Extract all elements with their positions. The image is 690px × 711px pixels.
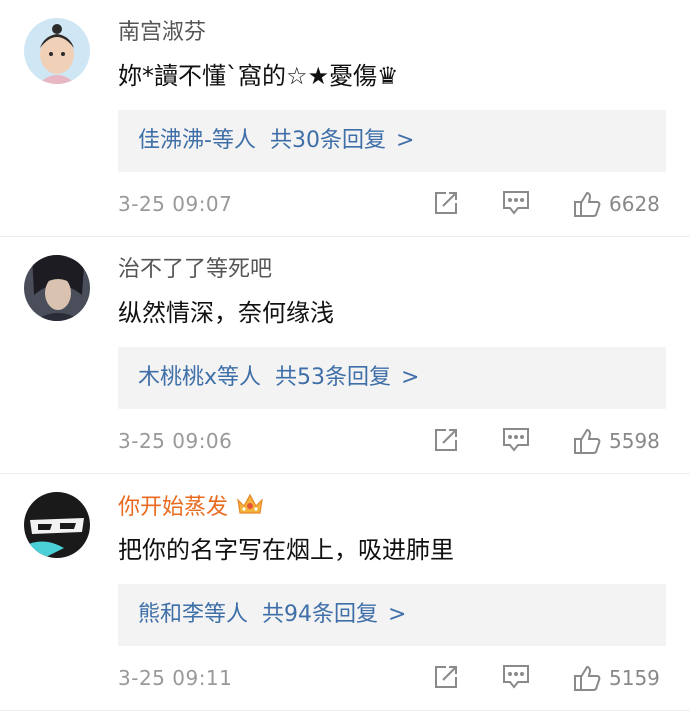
comment-meta: 3-25 09:06 5598 <box>118 427 666 459</box>
comment-item: 南宫淑芬 妳*讀不懂`窩的☆★憂傷♛ 佳沸沸-等人 共30条回复 > 3-25 09… <box>0 0 690 237</box>
share-icon <box>435 192 457 214</box>
replies-preview[interactable]: 木桃桃x等人 共53条回复 > <box>118 347 666 409</box>
comment-icon <box>503 428 529 452</box>
like-count: 6628 <box>609 192 660 216</box>
comment-text: 纵然情深，奈何缘浅 <box>118 299 334 327</box>
share-button[interactable] <box>433 427 459 453</box>
avatar[interactable] <box>24 492 90 558</box>
like-count: 5159 <box>609 666 660 690</box>
comment-button[interactable] <box>502 190 530 216</box>
reply-count: 共53条回复 <box>275 365 392 390</box>
crown-icon <box>236 492 264 525</box>
thumbs-up-icon <box>574 428 601 454</box>
timestamp: 3-25 09:07 <box>118 192 233 216</box>
share-icon <box>435 666 457 688</box>
like-button[interactable]: 5159 <box>573 664 660 692</box>
chevron-right-icon: > <box>388 602 407 627</box>
thumbs-up-icon <box>574 665 601 691</box>
comment-button[interactable] <box>502 427 530 453</box>
replies-preview[interactable]: 佳沸沸-等人 共30条回复 > <box>118 110 666 172</box>
comment-item: 你开始蒸发 把你的名字写在烟上，吸进肺里 熊和李等人 共94条回复 > 3-25 0… <box>0 474 690 711</box>
comment-text: 妳*讀不懂`窩的☆★憂傷♛ <box>118 62 399 90</box>
comment-item: 治不了了等死吧 纵然情深，奈何缘浅 木桃桃x等人 共53条回复 > 3-25 09:… <box>0 237 690 474</box>
avatar[interactable] <box>24 255 90 321</box>
chevron-right-icon: > <box>401 365 420 390</box>
replies-preview[interactable]: 熊和李等人 共94条回复 > <box>118 584 666 646</box>
username[interactable]: 南宫淑芬 <box>118 18 206 48</box>
comment-meta: 3-25 09:07 6628 <box>118 190 666 222</box>
reply-count: 共94条回复 <box>262 602 379 627</box>
reply-count: 共30条回复 <box>269 128 386 153</box>
like-button[interactable]: 6628 <box>573 190 660 218</box>
comment-icon <box>503 665 529 689</box>
like-button[interactable]: 5598 <box>573 427 660 455</box>
comment-button[interactable] <box>502 664 530 690</box>
chevron-right-icon: > <box>395 128 415 153</box>
reply-users: 木桃桃x等人 <box>138 365 262 390</box>
username[interactable]: 治不了了等死吧 <box>118 255 272 285</box>
username[interactable]: 你开始蒸发 <box>118 492 264 525</box>
comment-text: 把你的名字写在烟上，吸进肺里 <box>118 536 454 564</box>
like-count: 5598 <box>609 429 660 453</box>
comment-meta: 3-25 09:11 5159 <box>118 664 666 696</box>
share-icon <box>435 429 457 451</box>
timestamp: 3-25 09:06 <box>118 429 233 453</box>
reply-users: 佳沸沸-等人 <box>138 128 256 153</box>
avatar[interactable] <box>24 18 90 84</box>
comment-icon <box>503 191 529 215</box>
timestamp: 3-25 09:11 <box>118 666 233 690</box>
thumbs-up-icon <box>574 191 601 217</box>
share-button[interactable] <box>433 190 459 216</box>
reply-users: 熊和李等人 <box>138 602 249 627</box>
share-button[interactable] <box>433 664 459 690</box>
username-text: 你开始蒸发 <box>118 495 229 520</box>
